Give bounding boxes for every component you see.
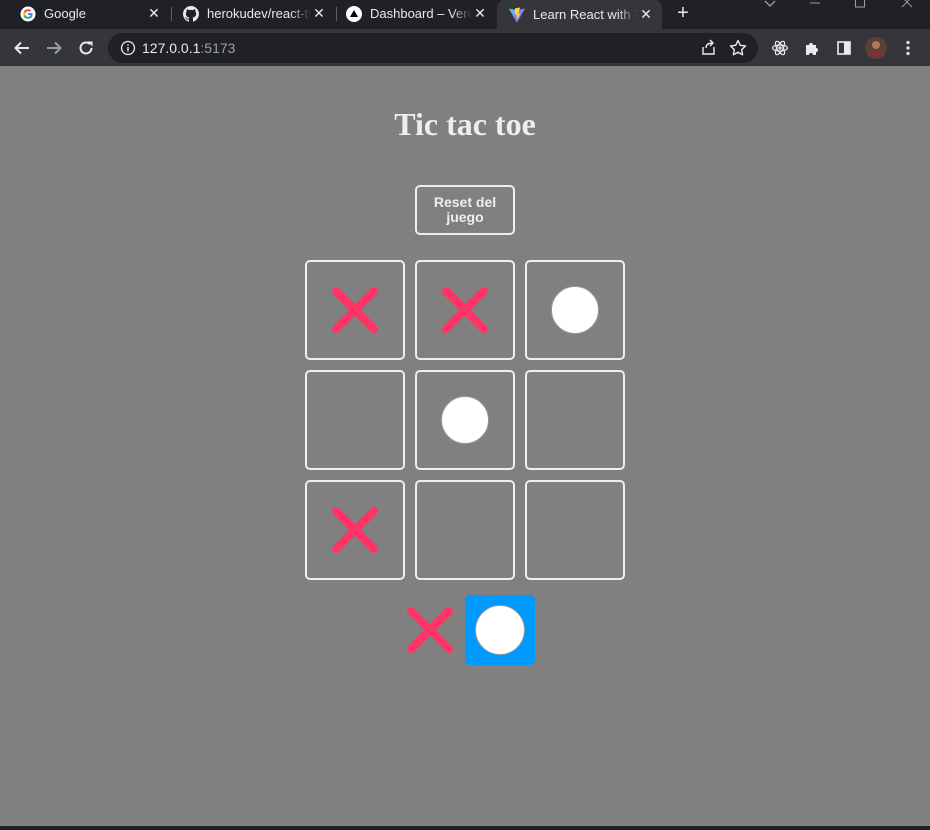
turn-slot-x: [395, 595, 465, 665]
close-icon[interactable]: ✕: [638, 6, 654, 23]
vite-icon: [509, 6, 525, 23]
reset-game-button[interactable]: Reset del juego: [415, 185, 515, 235]
board-cell[interactable]: [305, 370, 405, 470]
board-cell[interactable]: [415, 480, 515, 580]
tab-github[interactable]: herokudev/react-tic-tac-toe ✕: [163, 0, 335, 27]
back-arrow-icon[interactable]: [10, 36, 34, 60]
game-board: [305, 260, 625, 580]
x-mark-icon: [332, 287, 378, 333]
tab-vite-active[interactable]: Learn React with TypeScript ✕: [497, 0, 662, 29]
extensions-puzzle-icon[interactable]: [800, 36, 824, 60]
tab-google[interactable]: Google ✕: [0, 0, 170, 27]
tab-vercel[interactable]: Dashboard – Vercel ✕: [326, 0, 496, 27]
turn-slot-o: [465, 595, 535, 665]
page-title: Tic tac toe: [394, 106, 536, 142]
google-icon: [20, 6, 36, 22]
close-window-icon[interactable]: [897, 0, 917, 14]
close-icon[interactable]: ✕: [472, 5, 488, 22]
avatar[interactable]: [864, 36, 888, 60]
o-mark-icon: [475, 605, 525, 655]
address-bar[interactable]: 127.0.0.1:5173: [108, 33, 758, 63]
page-content: Tic tac toe Reset del juego: [0, 66, 930, 830]
o-mark-icon: [441, 396, 489, 444]
minimize-icon[interactable]: [805, 0, 825, 14]
o-mark-icon: [551, 286, 599, 334]
vercel-icon: [346, 5, 362, 22]
react-devtools-icon[interactable]: [768, 36, 792, 60]
github-icon: [183, 5, 199, 22]
board-cell[interactable]: [305, 260, 405, 360]
board-cell[interactable]: [305, 480, 405, 580]
close-icon[interactable]: ✕: [146, 5, 162, 22]
board-cell[interactable]: [525, 370, 625, 470]
new-tab-button[interactable]: +: [673, 2, 693, 24]
tab-title: herokudev/react-tic-tac-toe: [207, 6, 311, 21]
tab-title: Dashboard – Vercel: [370, 6, 472, 21]
bookmark-star-icon[interactable]: [728, 38, 748, 58]
info-icon[interactable]: [120, 40, 136, 56]
side-panel-icon[interactable]: [832, 36, 856, 60]
board-cell[interactable]: [525, 480, 625, 580]
tab-title: Learn React with TypeScript: [533, 7, 638, 22]
url-text: 127.0.0.1:5173: [142, 40, 235, 56]
board-cell[interactable]: [415, 260, 515, 360]
x-mark-icon: [332, 507, 378, 553]
more-menu-icon[interactable]: [896, 36, 920, 60]
url-host: 127.0.0.1: [142, 40, 201, 56]
tab-strip: Google ✕ herokudev/react-tic-tac-toe ✕ D…: [0, 0, 930, 29]
x-mark-icon: [442, 287, 488, 333]
share-icon[interactable]: [700, 39, 718, 57]
tab-search-icon[interactable]: [760, 0, 780, 14]
reload-icon[interactable]: [74, 36, 98, 60]
forward-arrow-icon[interactable]: [42, 36, 66, 60]
tab-title: Google: [44, 6, 86, 21]
window-bottom-edge: [0, 826, 930, 830]
close-icon[interactable]: ✕: [311, 5, 327, 22]
turn-indicator: [395, 595, 535, 665]
board-cell[interactable]: [415, 370, 515, 470]
x-mark-icon: [407, 607, 453, 653]
url-port: :5173: [200, 40, 236, 56]
board-cell[interactable]: [525, 260, 625, 360]
browser-toolbar: 127.0.0.1:5173: [0, 29, 930, 66]
maximize-icon[interactable]: [850, 0, 870, 14]
